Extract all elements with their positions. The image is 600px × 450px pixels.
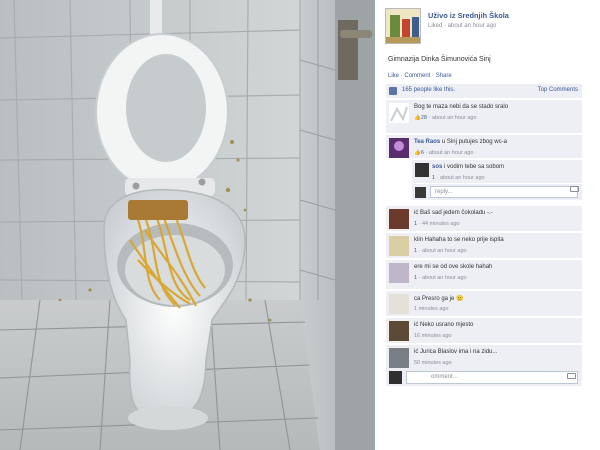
comment-text: sos i vodim tebe sa sobom [432,164,505,170]
comment-text: Bog te maza nebi da se stado sralo [414,104,509,110]
avatar[interactable] [389,263,409,283]
comment-text: ić Jurica Blaslov ima i na zidu... [414,349,498,355]
camera-icon[interactable] [570,186,579,192]
post-caption: Gimnazija Dinka Šimunovića Sinj [388,56,491,63]
comment-meta: 1 · 44 minutes ago [414,221,460,227]
comment: ere mi se od ove skole hahah 1 · about a… [386,259,582,289]
post-header: Uživo iz Srednjih Škola Liked · about an… [385,8,595,48]
avatar [389,371,402,384]
avatar[interactable] [389,103,409,123]
comment-text: ić Baš sad jedem čokoladu -.- [414,210,493,216]
camera-icon[interactable] [567,373,576,379]
post-meta: Liked · about an hour ago [428,23,497,29]
comment-text: ca Presro ga je 😐 [414,296,464,302]
comment: klin Hahaha to se neko prije ispita 1 · … [386,232,582,258]
comment: Bog te maza nebi da se stado sralo 👍28 ·… [386,99,582,133]
photo[interactable] [0,0,374,450]
post-actions: Like · Comment · Share [388,73,452,79]
comment-link[interactable]: Comment [404,73,430,79]
comment-meta: 1 minutes ago [414,306,449,312]
avatar[interactable] [389,321,409,341]
page-avatar[interactable] [385,8,421,44]
likes-count[interactable]: 165 people like this. [402,87,455,93]
comment-text: ere mi se od ove skole hahah [414,264,493,270]
comment: ić Neko usrano mjesto 16 minutes ago [386,317,582,343]
toilet-photo [0,0,374,450]
avatar [415,187,426,198]
reply-comment: sos i vodim tebe sa sobom 1 · about an h… [412,159,582,183]
avatar[interactable] [389,209,409,229]
comment-meta: 1 · about an hour ago [414,275,467,281]
avatar[interactable] [389,236,409,256]
like-link[interactable]: Like [388,73,399,79]
comment-meta: 👍28 · about an hour ago [414,115,477,121]
share-link[interactable]: Share [436,73,452,79]
avatar[interactable] [389,348,409,368]
comment-text: ić Neko usrano mjesto [414,322,474,328]
top-comments-dropdown[interactable]: Top Comments [538,87,578,93]
comment-text: klin Hahaha to se neko prije ispita [414,237,504,243]
comment: ić Jurica Blaslov ima i na zidu... 50 mi… [386,344,582,368]
comment-meta: 50 minutes ago [414,360,452,366]
comment: ca Presro ga je 😐 1 minutes ago [386,290,582,316]
avatar[interactable] [389,294,409,314]
avatar[interactable] [415,163,429,177]
avatar[interactable] [389,138,409,158]
comment-meta: 1 · about an hour ago [432,175,485,181]
comment-meta: 1 · about an hour ago [414,248,467,254]
page-name[interactable]: Uživo iz Srednjih Škola [428,11,509,20]
comment-text: Tea Raos u Sinj putujes zbog wc-a [414,139,507,145]
comment-input[interactable]: omment... [406,371,578,384]
comment-meta: 16 minutes ago [414,333,452,339]
thumbs-up-icon [389,87,397,95]
comment: Tea Raos u Sinj putujes zbog wc-a 👍6 · a… [386,134,582,158]
comment: ić Baš sad jedem čokoladu -.- 1 · 44 min… [386,205,582,231]
reply-box: reply... [412,184,582,200]
reply-input[interactable]: reply... [430,186,578,198]
add-comment-box: omment... [386,368,582,386]
comment-meta: 👍6 · about an hour ago [414,150,474,156]
likes-bar: 165 people like this. Top Comments [386,84,582,98]
